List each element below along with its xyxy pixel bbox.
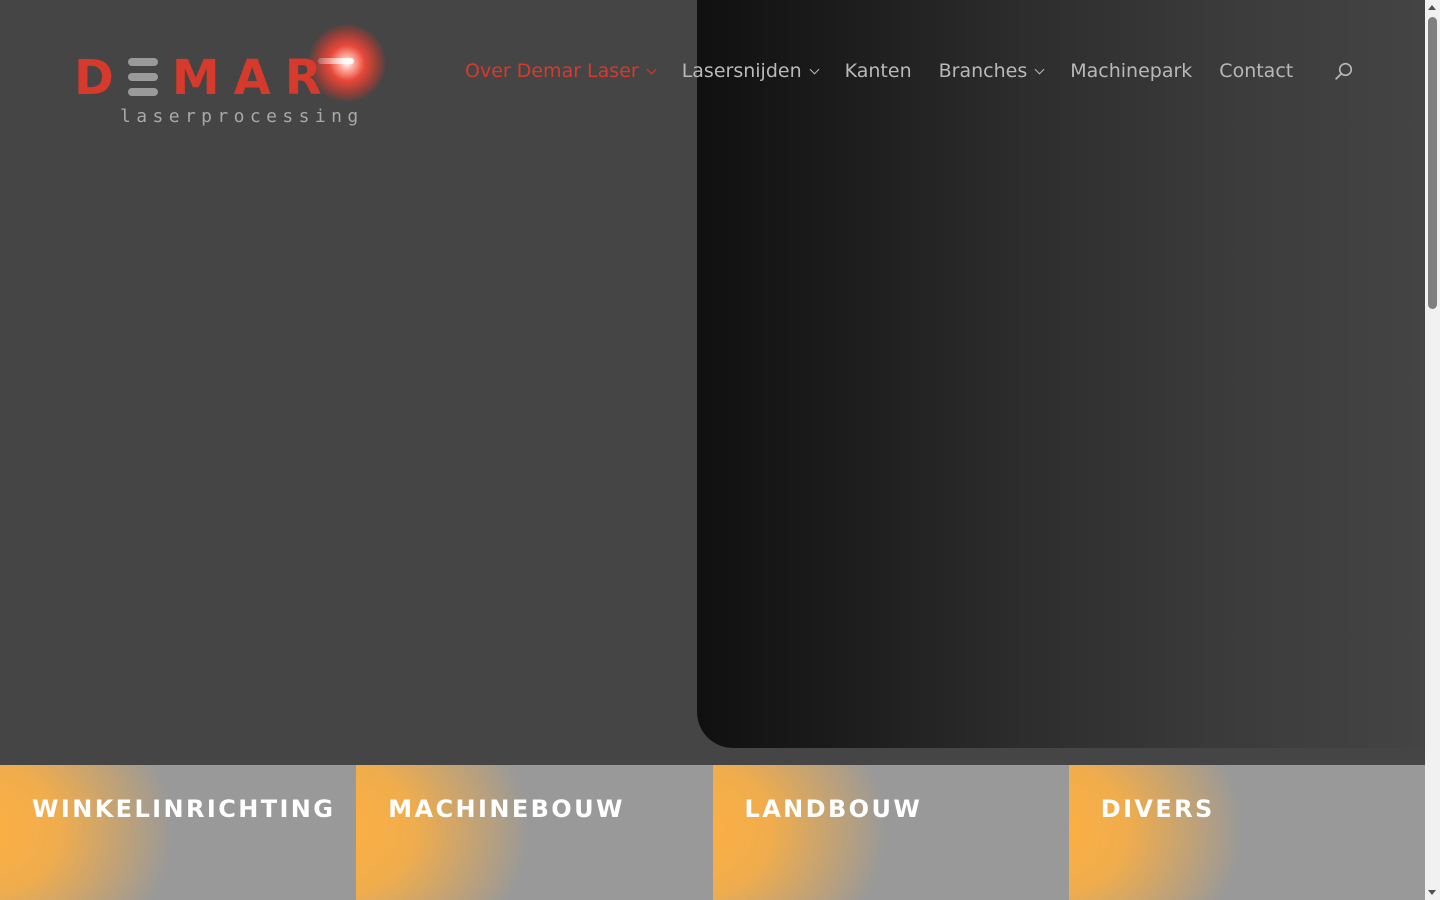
tile-machinebouw[interactable]: MACHINEBOUW xyxy=(356,765,713,900)
logo-letters-mar: MAR xyxy=(171,50,336,106)
tile-label: MACHINEBOUW xyxy=(388,795,625,823)
logo-letter-d: D xyxy=(74,50,128,106)
nav-item-machinepark[interactable]: Machinepark xyxy=(1070,60,1192,82)
scroll-up-arrow-icon[interactable] xyxy=(1425,0,1440,15)
nav-item-lasersnijden[interactable]: Lasersnijden xyxy=(681,60,820,82)
nav-item-over-demar-laser[interactable]: Over Demar Laser xyxy=(465,60,657,82)
logo-wordmark: D MAR xyxy=(74,48,336,108)
nav-item-label: Over Demar Laser xyxy=(465,60,639,82)
search-icon[interactable] xyxy=(1335,62,1353,80)
nav-item-kanten[interactable]: Kanten xyxy=(845,60,912,82)
tile-label: WINKELINRICHTING xyxy=(32,795,336,823)
page-scrollbar[interactable] xyxy=(1425,0,1440,900)
chevron-down-icon xyxy=(646,64,657,74)
nav-item-branches[interactable]: Branches xyxy=(938,60,1045,82)
chevron-down-icon xyxy=(1034,64,1045,74)
tile-label: DIVERS xyxy=(1100,795,1215,823)
nav-item-label: Lasersnijden xyxy=(681,60,802,82)
main-nav: Over Demar Laser Lasersnijden Kanten Bra… xyxy=(465,52,1320,90)
nav-item-label: Branches xyxy=(938,60,1028,82)
logo-e-bars-icon xyxy=(127,58,158,96)
logo-tagline: laserprocessing xyxy=(120,106,364,127)
nav-item-contact[interactable]: Contact xyxy=(1219,60,1293,82)
chevron-down-icon xyxy=(809,64,820,74)
tile-winkelinrichting[interactable]: WINKELINRICHTING xyxy=(0,765,357,900)
site-header: D MAR laserprocessing Over Demar Laser La… xyxy=(0,0,1425,140)
scrollbar-thumb[interactable] xyxy=(1428,17,1437,309)
nav-item-label: Contact xyxy=(1219,60,1294,82)
nav-item-label: Kanten xyxy=(844,60,912,82)
page: D MAR laserprocessing Over Demar Laser La… xyxy=(0,0,1440,900)
tile-label: LANDBOUW xyxy=(744,795,923,823)
tile-divers[interactable]: DIVERS xyxy=(1068,765,1425,900)
site-logo[interactable]: D MAR laserprocessing xyxy=(72,24,392,134)
tile-landbouw[interactable]: LANDBOUW xyxy=(712,765,1069,900)
branch-tiles: WINKELINRICHTING MACHINEBOUW LANDBOUW DI… xyxy=(0,765,1425,900)
nav-item-label: Machinepark xyxy=(1070,60,1193,82)
scroll-down-arrow-icon[interactable] xyxy=(1425,885,1440,900)
